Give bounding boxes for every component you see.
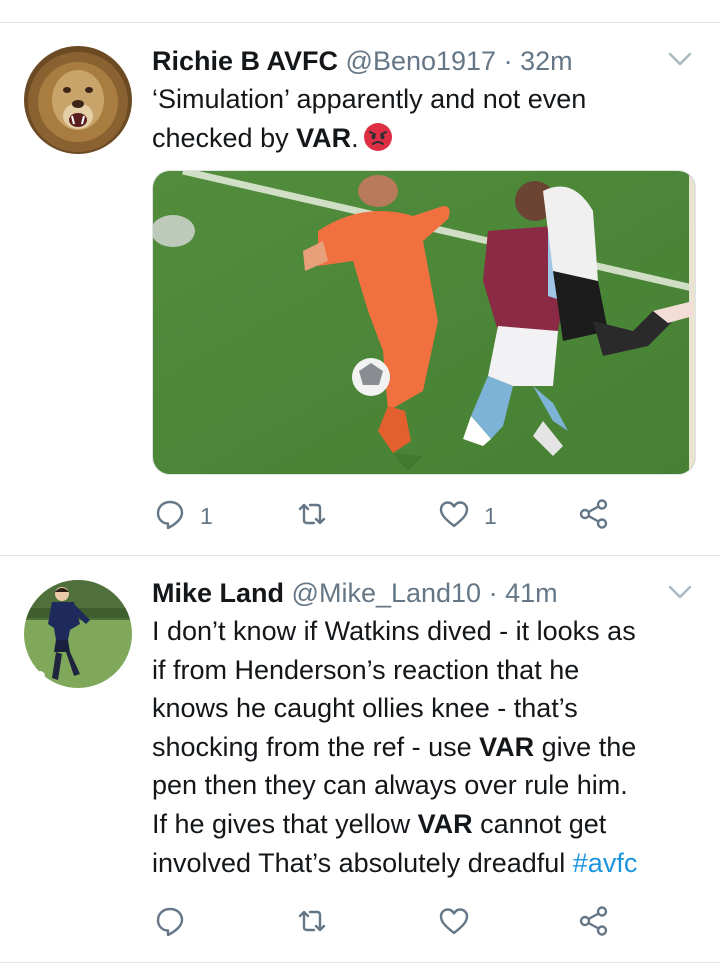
retweet-icon (296, 498, 328, 535)
share-icon (578, 498, 610, 535)
reply-count: 1 (200, 502, 213, 529)
footballer-avatar[interactable] (24, 580, 132, 688)
text-fragment: shocking from the ref - use (152, 731, 480, 762)
text-line: ‘Simulation’ apparently and not even (152, 84, 587, 114)
text-line: If he gives that yellow VAR cannot get (152, 805, 694, 844)
tweet-text: ‘Simulation’ apparently and not even che… (152, 80, 694, 157)
tweet-time[interactable]: 41m (505, 578, 558, 608)
tweet-text: I don’t know if Watkins dived - it looks… (152, 612, 694, 882)
author-name[interactable]: Richie B AVFC (152, 46, 338, 76)
retweet-button[interactable] (296, 496, 342, 536)
bold-text: VAR (296, 122, 352, 153)
heart-icon (438, 498, 470, 535)
bottom-divider (0, 962, 720, 963)
text-line: pen then they can always over rule him. (152, 770, 628, 801)
tweet-time[interactable]: 32m (520, 46, 573, 76)
text-line: shocking from the ref - use VAR give the (152, 728, 694, 767)
like-button[interactable]: 1 (438, 496, 497, 536)
reply-icon (154, 498, 186, 535)
text-fragment: give the (534, 731, 637, 762)
author-handle[interactable]: @Mike_Land10 (292, 578, 482, 608)
share-icon (578, 905, 610, 942)
author-name[interactable]: Mike Land (152, 578, 284, 608)
share-button[interactable] (578, 903, 610, 943)
separator-dot: · (488, 578, 498, 608)
text-line: involved That’s absolutely dreadful #avf… (152, 844, 694, 883)
text-line: checked by VAR. (152, 119, 694, 158)
hashtag-link[interactable]: #avfc (573, 848, 638, 878)
tweet-header: Mike Land @Mike_Land10 · 41m (152, 575, 690, 611)
heart-icon (438, 905, 470, 942)
retweet-icon (296, 905, 328, 942)
tweet-richie[interactable]: Richie B AVFC @Beno1917 · 32m ‘Simulatio… (0, 0, 720, 555)
like-button[interactable] (438, 903, 484, 943)
text-fragment: . (351, 122, 359, 153)
football-match-photo[interactable] (152, 170, 696, 475)
tweet-actions: 1 1 (152, 496, 622, 536)
bold-text: VAR (417, 808, 473, 839)
separator-dot: · (503, 46, 513, 76)
angry-face-emoji (363, 122, 393, 152)
retweet-button[interactable] (296, 903, 342, 943)
reply-icon (154, 905, 186, 942)
text-fragment: involved That’s absolutely dreadful (152, 847, 573, 878)
text-fragment: checked by (152, 122, 297, 153)
author-handle[interactable]: @Beno1917 (346, 46, 497, 76)
text-line: I don’t know if Watkins dived - it looks… (152, 616, 636, 646)
tweet-header: Richie B AVFC @Beno1917 · 32m (152, 43, 690, 79)
share-button[interactable] (578, 496, 610, 536)
tweet-actions (152, 903, 622, 943)
bold-text: VAR (479, 731, 535, 762)
tweet-mike[interactable]: Mike Land @Mike_Land10 · 41m I don’t kno… (0, 556, 720, 964)
like-count: 1 (484, 502, 497, 529)
lion-avatar[interactable] (24, 46, 132, 154)
chevron-down-icon[interactable] (666, 578, 694, 606)
text-line: if from Henderson’s reaction that he (152, 654, 580, 685)
text-fragment: cannot get (472, 808, 607, 839)
chevron-down-icon[interactable] (666, 45, 694, 73)
reply-button[interactable]: 1 (154, 496, 213, 536)
reply-button[interactable] (154, 903, 200, 943)
text-line: knows he caught ollies knee - that’s (152, 693, 578, 724)
text-fragment: If he gives that yellow (152, 808, 418, 839)
